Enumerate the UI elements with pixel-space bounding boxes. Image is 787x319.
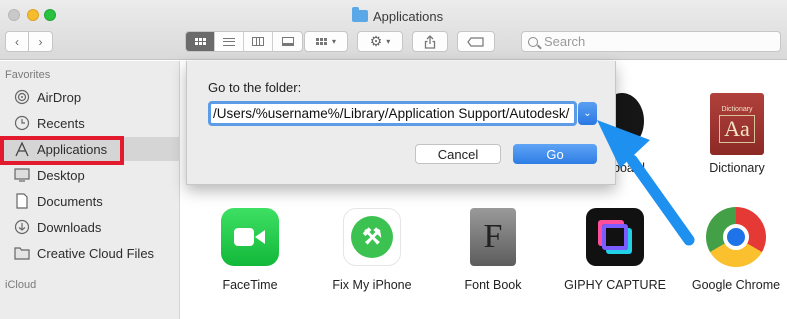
view-mode-selector: [185, 31, 303, 52]
go-button[interactable]: Go: [513, 144, 597, 164]
chevron-down-icon: ▾: [331, 37, 336, 46]
search-icon: [528, 36, 538, 47]
sidebar-item-downloads[interactable]: Downloads: [0, 215, 180, 239]
gallery-view-button[interactable]: [273, 32, 302, 51]
fix-my-iphone-icon: ⚒: [343, 208, 401, 266]
folder-icon: [352, 7, 368, 22]
font-book-icon: F: [470, 208, 516, 266]
list-view-icon: [223, 37, 235, 46]
gear-icon: ⚙: [369, 33, 383, 49]
app-label: Fix My iPhone: [332, 278, 412, 292]
share-icon: [424, 34, 436, 49]
app-label: Google Chrome: [691, 278, 781, 292]
share-button[interactable]: [412, 31, 448, 52]
app-giphy-capture[interactable]: GIPHY CAPTURE: [560, 208, 670, 292]
sidebar-item-airdrop[interactable]: AirDrop: [0, 85, 180, 109]
back-button[interactable]: ‹: [5, 31, 29, 52]
app-label: FaceTime: [222, 278, 278, 292]
gallery-view-icon: [281, 37, 294, 46]
wrench-icon: ⚒: [351, 216, 393, 258]
chevron-left-icon: ‹: [15, 34, 19, 49]
column-view-button[interactable]: [244, 32, 273, 51]
chrome-icon: [706, 207, 766, 267]
sidebar-item-label: Creative Cloud Files: [37, 245, 155, 261]
minimize-window-button[interactable]: [27, 9, 39, 21]
giphy-capture-icon: [586, 208, 644, 266]
cancel-button[interactable]: Cancel: [415, 144, 501, 164]
tag-icon: [467, 36, 484, 47]
annotation-highlight-box: [0, 136, 124, 165]
chevron-down-icon: ⌄: [583, 108, 592, 119]
app-fix-my-iphone[interactable]: ⚒ Fix My iPhone: [317, 208, 427, 292]
sidebar-item-label: Recents: [37, 115, 85, 131]
sidebar: Favorites AirDrop Recents Applications D…: [0, 61, 180, 319]
icon-view-icon: [194, 37, 206, 46]
edit-tags-button[interactable]: [457, 31, 495, 52]
sidebar-item-recents[interactable]: Recents: [0, 111, 180, 135]
icon-view-button[interactable]: [186, 32, 215, 51]
app-label: Font Book: [464, 278, 522, 292]
sidebar-item-documents[interactable]: Documents: [0, 189, 180, 213]
favorites-heading: Favorites: [5, 69, 51, 81]
path-history-dropdown[interactable]: ⌄: [578, 102, 597, 125]
window-title: Applications: [352, 7, 444, 24]
column-view-icon: [252, 37, 264, 46]
action-menu-button[interactable]: ⚙ ▾: [357, 31, 403, 52]
list-view-button[interactable]: [215, 32, 244, 51]
close-window-button[interactable]: [8, 9, 20, 21]
folder-icon: [13, 245, 31, 261]
sidebar-item-label: Documents: [37, 193, 103, 209]
app-google-chrome[interactable]: Google Chrome: [681, 207, 787, 292]
app-label: GIPHY CAPTURE: [564, 278, 666, 292]
window-title-text: Applications: [373, 8, 444, 24]
sidebar-item-creative-cloud-files[interactable]: Creative Cloud Files: [0, 241, 180, 265]
go-to-folder-dialog: Go to the folder: /Users/%username%/Libr…: [186, 61, 616, 185]
zoom-window-button[interactable]: [44, 9, 56, 21]
search-placeholder: Search: [544, 34, 586, 49]
sidebar-item-label: AirDrop: [37, 89, 82, 105]
clock-icon: [13, 115, 31, 131]
sidebar-item-label: Desktop: [37, 167, 85, 183]
app-facetime[interactable]: FaceTime: [195, 208, 305, 292]
dialog-label: Go to the folder:: [208, 80, 302, 95]
app-label: Dictionary: [709, 161, 765, 175]
folder-path-input[interactable]: /Users/%username%/Library/Application Su…: [208, 101, 577, 126]
sidebar-item-desktop[interactable]: Desktop: [0, 163, 180, 187]
airdrop-icon: [13, 89, 31, 105]
partial-app-label: board: [613, 161, 645, 175]
group-icon: [315, 37, 327, 46]
app-font-book[interactable]: F Font Book: [438, 208, 548, 292]
group-by-button[interactable]: ▾: [304, 31, 348, 52]
sidebar-item-label: Downloads: [37, 219, 102, 235]
dictionary-icon: Dictionary Aa: [710, 93, 764, 155]
desktop-icon: [13, 167, 31, 183]
app-dictionary[interactable]: Dictionary Aa Dictionary: [682, 93, 787, 175]
chevron-right-icon: ›: [38, 34, 43, 49]
icloud-heading: iCloud: [5, 279, 37, 291]
search-field[interactable]: Search: [521, 31, 781, 52]
forward-button[interactable]: ›: [29, 31, 53, 52]
downloads-icon: [13, 219, 31, 235]
chevron-down-icon: ▾: [386, 37, 391, 46]
facetime-icon: [221, 208, 279, 266]
documents-icon: [13, 193, 31, 209]
finder-toolbar: Applications ‹ › ▾ ⚙ ▾ Search: [0, 0, 787, 60]
